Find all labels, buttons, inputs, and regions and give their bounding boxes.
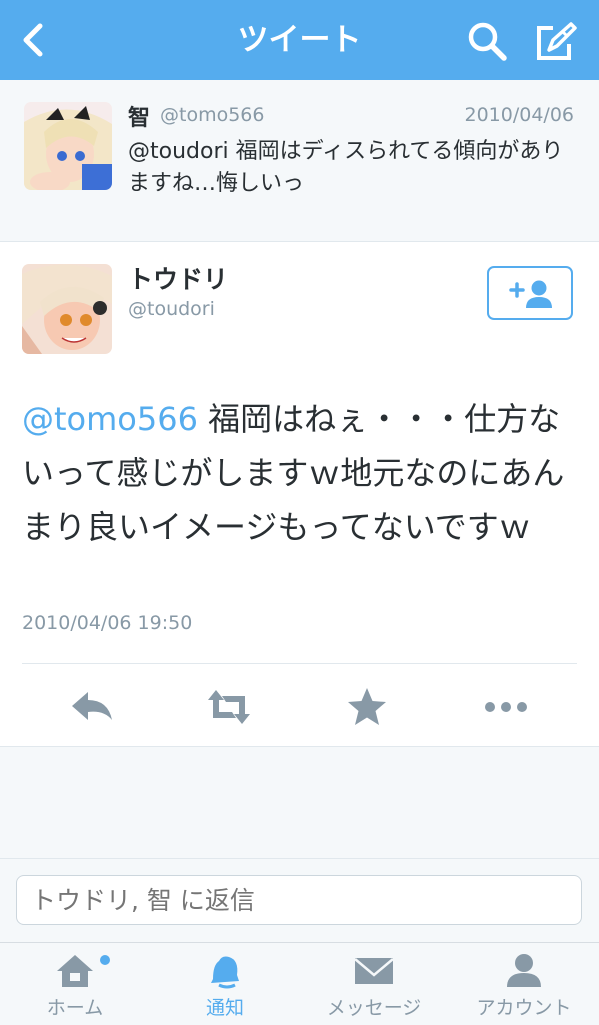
tab-label: メッセージ: [326, 997, 422, 1019]
mention-link[interactable]: @tomo566: [22, 400, 198, 438]
tweet-timestamp: 2010/04/06 19:50: [22, 612, 193, 634]
chevron-left-icon: [23, 23, 43, 57]
tab-home[interactable]: ホーム: [0, 943, 150, 1025]
tab-label: アカウント: [476, 997, 572, 1019]
parent-tweet-date: 2010/04/06: [464, 104, 574, 126]
avatar-image: [22, 264, 112, 354]
search-button[interactable]: [466, 20, 508, 62]
reply-input[interactable]: [16, 875, 582, 925]
compose-icon: [537, 22, 577, 60]
retweet-icon: [208, 690, 250, 724]
divider: [22, 663, 577, 664]
tab-messages[interactable]: メッセージ: [299, 943, 449, 1025]
author-handle[interactable]: @toudori: [128, 298, 215, 320]
author-name[interactable]: トウドリ: [128, 260, 228, 296]
tab-notifications[interactable]: 通知: [150, 943, 300, 1025]
home-icon: [57, 955, 93, 987]
parent-author-name[interactable]: 智: [128, 100, 150, 132]
new-indicator-dot: [100, 955, 110, 965]
tab-account[interactable]: アカウント: [449, 943, 599, 1025]
more-button[interactable]: [481, 682, 531, 732]
more-icon: [485, 702, 527, 712]
avatar[interactable]: [22, 264, 112, 354]
bell-icon: [211, 956, 239, 989]
compose-button[interactable]: [533, 18, 579, 64]
avatar[interactable]: [24, 102, 112, 190]
tab-bar: ホーム 通知 メッセージ アカウント: [0, 942, 599, 1025]
add-user-icon: [509, 280, 552, 308]
parent-author-handle[interactable]: @tomo566: [160, 104, 264, 126]
search-icon: [468, 22, 507, 61]
tab-label: ホーム: [46, 997, 104, 1019]
tab-label: 通知: [205, 997, 244, 1019]
avatar-image: [24, 102, 112, 190]
favorite-icon: [348, 688, 386, 725]
parent-tweet-text: @toudori 福岡はディスられてる傾向がありますね…悔しいっ: [128, 139, 564, 196]
retweet-button[interactable]: [204, 682, 254, 732]
reply-bar: [0, 858, 599, 943]
back-button[interactable]: [14, 20, 54, 60]
favorite-button[interactable]: [342, 682, 392, 732]
follow-button[interactable]: [487, 266, 573, 320]
person-icon: [507, 954, 541, 987]
envelope-icon: [354, 958, 394, 984]
tweet-text: @tomo566 福岡はねぇ・・・仕方ないって感じがしますｗ地元なのにあんまり良…: [22, 392, 582, 554]
main-tweet: トウドリ @toudori @tomo566 福岡はねぇ・・・仕方ないって感じが…: [0, 242, 599, 747]
reply-icon: [72, 692, 112, 720]
parent-tweet[interactable]: 智 @tomo566 2010/04/06 @toudori 福岡はディスられて…: [0, 80, 599, 242]
reply-button[interactable]: [68, 682, 118, 732]
page-title: ツイート: [237, 22, 362, 58]
navigation-bar: ツイート: [0, 0, 599, 80]
